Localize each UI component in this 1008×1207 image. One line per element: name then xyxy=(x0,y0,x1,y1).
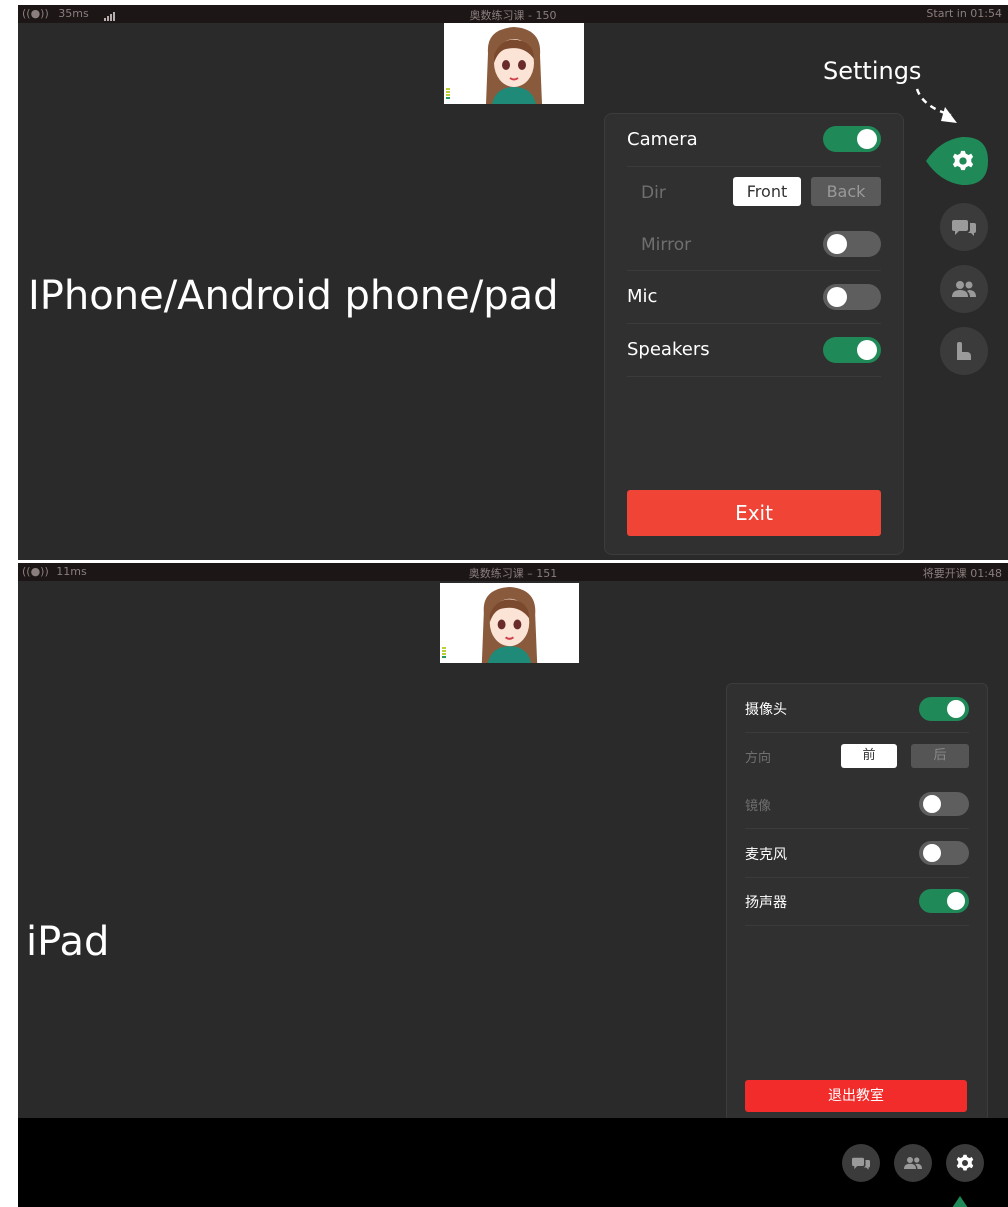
users-icon xyxy=(952,281,976,297)
settings-annotation: Settings xyxy=(823,57,922,85)
gear-icon xyxy=(956,1154,974,1171)
mic-level-indicator xyxy=(446,88,450,102)
countdown-text: Start in 01:54 xyxy=(926,7,1002,20)
speakers-row: Speakers xyxy=(627,324,881,377)
mic-toggle[interactable] xyxy=(823,284,881,310)
camera-toggle[interactable] xyxy=(919,697,969,721)
participants-button[interactable] xyxy=(894,1144,932,1182)
device-label: iPad xyxy=(26,919,110,965)
ipad-screen: ((●)) 11ms 奥数练习课 – 151 将要开课 01:48 iPad 摄… xyxy=(18,563,1008,1207)
teacher-video[interactable] xyxy=(440,583,579,663)
dir-row: Dir Front Back xyxy=(627,166,881,218)
mic-row: Mic xyxy=(627,271,881,324)
participants-button[interactable] xyxy=(940,265,988,313)
mirror-toggle[interactable] xyxy=(823,231,881,257)
mic-level-indicator xyxy=(442,647,446,661)
class-title: 奥数练习课 – 151 xyxy=(468,567,558,580)
annotation-arrow xyxy=(915,88,957,123)
settings-panel: Camera Dir Front Back Mirror Mic Speaker… xyxy=(604,113,904,555)
speakers-label: Speakers xyxy=(627,339,710,360)
hand-raise-icon xyxy=(957,342,971,360)
mirror-label: 镜像 xyxy=(745,799,772,814)
gear-icon xyxy=(952,150,974,171)
mic-label: 麦克风 xyxy=(745,847,787,863)
status-bar: ((●)) 35ms 奥数练习课 - 150 Start in 01:54 xyxy=(18,5,1008,23)
users-icon xyxy=(904,1157,922,1169)
speakers-label: 扬声器 xyxy=(745,895,787,911)
front-button[interactable]: 前 xyxy=(841,744,897,768)
status-bar: ((●)) 11ms 奥数练习课 – 151 将要开课 01:48 xyxy=(18,563,1008,581)
camera-toggle[interactable] xyxy=(823,126,881,152)
speakers-toggle[interactable] xyxy=(919,889,969,913)
exit-button[interactable]: 退出教室 xyxy=(745,1080,967,1112)
settings-tab[interactable] xyxy=(926,136,988,186)
device-label: IPhone/Android phone/pad xyxy=(28,273,559,319)
class-title: 奥数练习课 - 150 xyxy=(469,9,557,22)
mirror-toggle[interactable] xyxy=(919,792,969,816)
dir-row: 方向 前 后 xyxy=(745,732,969,780)
camera-label: 摄像头 xyxy=(745,702,787,718)
chat-button[interactable] xyxy=(940,203,988,251)
hand-raise-button[interactable] xyxy=(940,327,988,375)
dir-label: 方向 xyxy=(745,751,772,766)
pointer-arrow-icon xyxy=(952,1196,968,1207)
speakers-row: 扬声器 xyxy=(745,877,969,926)
chat-icon xyxy=(952,220,976,236)
chat-icon xyxy=(852,1157,870,1170)
mic-row: 麦克风 xyxy=(745,829,969,878)
settings-panel: 摄像头 方向 前 后 镜像 麦克风 扬声器 退出教室 xyxy=(726,683,988,1129)
settings-button[interactable] xyxy=(946,1144,984,1182)
camera-row: Camera xyxy=(627,114,881,167)
teacher-avatar xyxy=(481,586,538,663)
phone-screen: ((●)) 35ms 奥数练习课 - 150 Start in 01:54 IP… xyxy=(18,5,1008,560)
mic-toggle[interactable] xyxy=(919,841,969,865)
bottom-toolbar xyxy=(18,1118,1008,1207)
teacher-video[interactable] xyxy=(444,23,584,104)
camera-row: 摄像头 xyxy=(745,684,969,733)
camera-label: Camera xyxy=(627,129,698,150)
mirror-label: Mirror xyxy=(641,235,692,255)
chat-button[interactable] xyxy=(842,1144,880,1182)
speakers-toggle[interactable] xyxy=(823,337,881,363)
front-button[interactable]: Front xyxy=(733,177,801,206)
teacher-avatar xyxy=(486,27,542,104)
mirror-row: Mirror xyxy=(627,218,881,271)
mirror-row: 镜像 xyxy=(745,780,969,829)
back-button[interactable]: Back xyxy=(811,177,881,206)
dir-label: Dir xyxy=(641,183,666,203)
mic-label: Mic xyxy=(627,286,658,307)
exit-button[interactable]: Exit xyxy=(627,490,881,536)
back-button[interactable]: 后 xyxy=(911,744,969,768)
countdown-text: 将要开课 01:48 xyxy=(922,567,1002,580)
